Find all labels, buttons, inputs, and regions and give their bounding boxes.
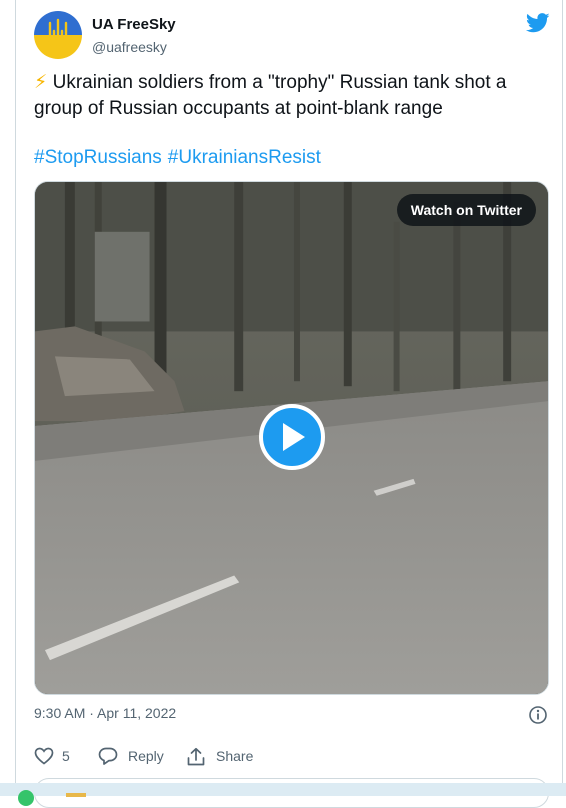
hashtag-link[interactable]: #UkrainiansResist [168,147,321,168]
share-icon [187,747,205,766]
play-icon [283,423,305,451]
reply-label: Reply [128,748,164,764]
share-label: Share [216,748,254,764]
heart-icon [34,747,54,765]
hashtag-link[interactable]: #StopRussians [34,147,162,168]
play-button[interactable] [259,404,325,470]
author-handle[interactable]: @uafreesky [92,39,167,55]
info-icon[interactable] [528,705,548,725]
author-name[interactable]: UA FreeSky [92,16,176,33]
reply-button[interactable]: Reply [98,745,178,767]
tweet-timestamp[interactable]: 9:30 AM · Apr 11, 2022 [34,705,176,721]
reply-icon [98,747,118,765]
tweet-card: UA FreeSky @uafreesky ⚡ Ukrainian soldie… [15,0,563,808]
status-dot-icon [18,790,34,806]
tweet-text: ⚡ Ukrainian soldiers from a "trophy" Rus… [34,70,544,122]
twitter-bird-icon[interactable] [526,13,550,33]
lightning-emoji: ⚡ [34,72,48,93]
avatar[interactable] [34,11,82,59]
tweet-header: UA FreeSky @uafreesky [34,11,550,61]
like-button[interactable]: 5 [34,745,84,767]
trident-icon [48,18,68,55]
tweet-body: Ukrainian soldiers from a "trophy" Russi… [34,72,507,119]
decorative-bar [66,793,86,797]
hashtags: #StopRussians #UkrainiansResist [34,145,327,171]
share-button[interactable]: Share [186,745,266,767]
page-bottom-strip [0,783,566,806]
like-count: 5 [62,748,70,764]
watch-on-twitter-button[interactable]: Watch on Twitter [396,194,536,226]
video-player[interactable]: Watch on Twitter [34,181,549,695]
